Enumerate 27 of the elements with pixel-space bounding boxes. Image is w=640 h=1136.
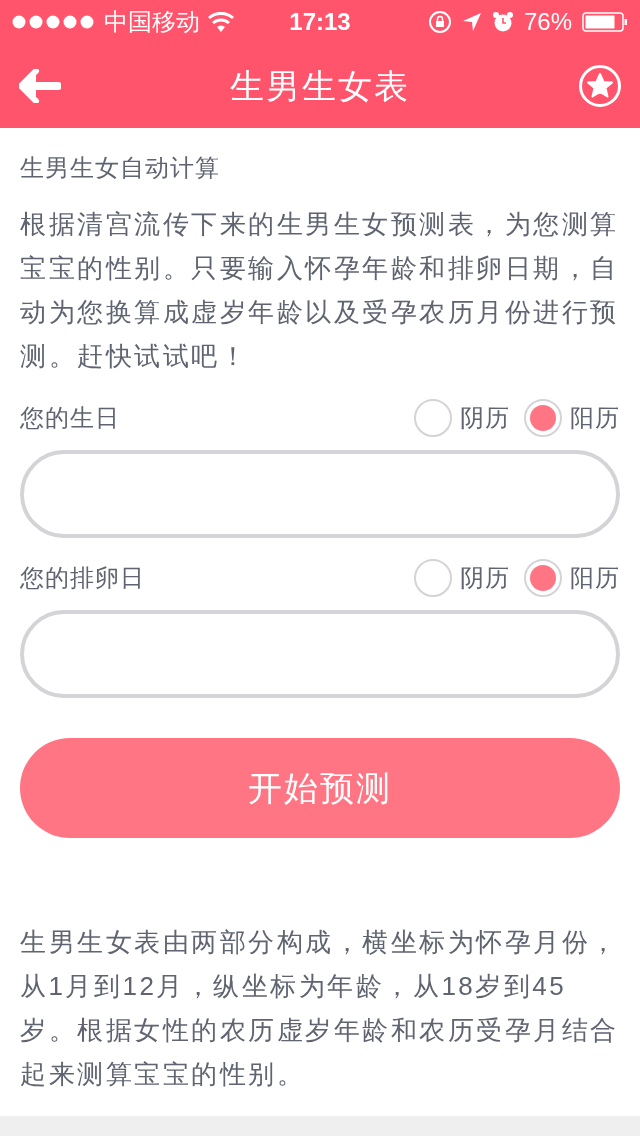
radio-option[interactable]: 阳历 — [524, 399, 620, 437]
field-label: 您的生日 — [20, 403, 120, 433]
radio-button[interactable] — [524, 399, 562, 437]
section-title: 生男生女自动计算 — [20, 153, 221, 183]
carrier-name: 中国移动 — [104, 7, 200, 37]
wifi-icon — [208, 12, 234, 32]
clock-time: 17:13 — [289, 7, 351, 37]
date-input[interactable] — [20, 450, 620, 538]
battery-percent: 76% — [523, 7, 572, 37]
favorite-button[interactable] — [578, 64, 622, 108]
back-arrow-icon — [19, 69, 61, 103]
field-label: 您的排卵日 — [20, 563, 145, 593]
radio-option[interactable]: 阴历 — [414, 399, 510, 437]
date-input[interactable] — [20, 610, 620, 698]
radio-button[interactable] — [414, 559, 452, 597]
battery-icon — [582, 12, 628, 32]
location-arrow-icon — [461, 12, 482, 32]
radio-button[interactable] — [414, 399, 452, 437]
rotation-lock-icon — [427, 10, 452, 34]
signal-icon — [12, 15, 96, 29]
intro-paragraph: 根据清宫流传下来的生男生女预测表，为您测算宝宝的性别。只要输入怀孕年龄和排卵日期，自动为您换算成虚岁年龄以及受孕农历月份进行预测。赶快试试吧！ — [20, 208, 620, 373]
page-title: 生男生女表 — [230, 65, 410, 107]
radio-button[interactable] — [524, 559, 562, 597]
footer-paragraph: 生男生女表由两部分构成，横坐标为怀孕月份，从1月到12月，纵坐标为年龄，从18岁到45岁。根据女性的农历虚岁年龄和农历受孕月结合起来测算宝宝的性别。 — [20, 926, 620, 1091]
alarm-clock-icon — [491, 11, 514, 33]
radio-option[interactable]: 阳历 — [524, 559, 620, 597]
radio-option[interactable]: 阴历 — [414, 559, 510, 597]
